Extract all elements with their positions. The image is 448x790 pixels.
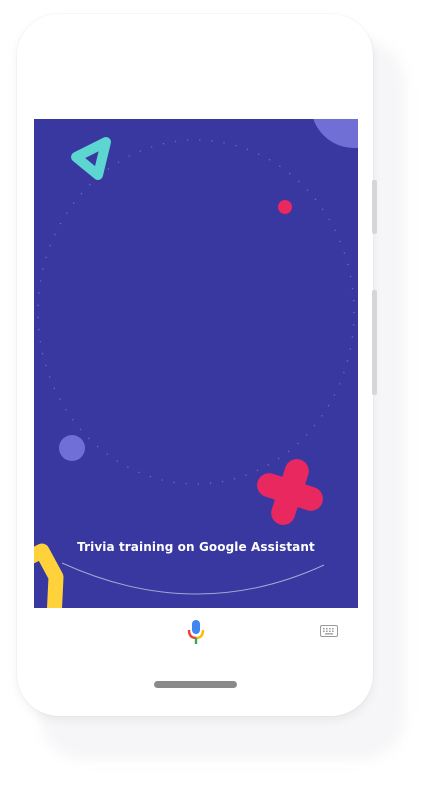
cross-shape <box>257 459 323 525</box>
home-indicator[interactable] <box>154 681 237 688</box>
volume-button <box>372 290 377 395</box>
corner-circle-shape <box>313 119 358 148</box>
dotted-ring <box>37 139 355 485</box>
assistant-input-bar <box>34 608 358 654</box>
trivia-screen[interactable]: Trivia training on Google Assistant <box>34 119 358 608</box>
screen-title: Trivia training on Google Assistant <box>77 540 315 554</box>
keyboard-icon[interactable] <box>320 625 338 637</box>
bottom-arc <box>61 562 325 595</box>
power-button <box>372 180 377 234</box>
decor-canvas <box>34 119 358 608</box>
yellow-hexagon-shape <box>34 543 64 608</box>
triangle-shape <box>71 137 111 180</box>
pink-dot-shape <box>278 200 292 214</box>
page: Trivia training on Google Assistant <box>0 0 448 790</box>
lavender-circle-shape <box>59 435 85 461</box>
microphone-icon[interactable] <box>186 619 206 645</box>
